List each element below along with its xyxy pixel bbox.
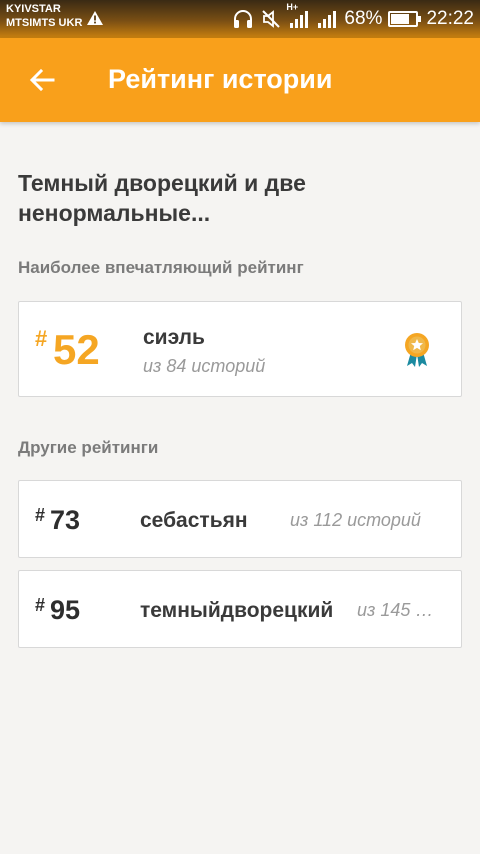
battery-level	[391, 14, 410, 24]
rating-card[interactable]: # 95 темныйдворецкий из 145 историй	[18, 570, 462, 648]
carrier-info: KYIVSTAR MTSIMTS UKR	[6, 2, 82, 30]
medal-icon	[405, 333, 429, 367]
character-name: сиэль	[143, 326, 205, 349]
top-rating-card[interactable]: # 52 сиэль из 84 историй	[18, 301, 462, 397]
rating-total: из 145 историй	[357, 600, 437, 620]
rank-number: 52	[53, 326, 100, 373]
battery-icon	[388, 11, 422, 27]
rank-hash: #	[35, 595, 46, 615]
status-icons: H+ 68% 22:22	[232, 2, 474, 32]
rating-card[interactable]: # 73 себастьян из 112 историй	[18, 480, 462, 558]
mute-icon	[262, 10, 281, 28]
signal-icon	[318, 11, 337, 28]
status-bar: KYIVSTAR MTSIMTS UKR H+ 68% 22:22	[0, 0, 480, 38]
other-ratings-label: Другие рейтинги	[18, 438, 159, 457]
rank-hash: #	[35, 326, 48, 351]
rating-total: из 84 историй	[143, 356, 266, 376]
story-title: Темный дворецкий и две ненормальные...	[18, 170, 306, 226]
top-rating-label: Наиболее впечатляющий рейтинг	[18, 258, 304, 277]
rank-hash: #	[35, 505, 46, 525]
clock: 22:22	[426, 8, 474, 29]
arrow-left-icon	[29, 68, 55, 92]
app-bar: Рейтинг истории	[0, 38, 480, 122]
carrier-name-2: MTSIMTS UKR	[6, 17, 83, 29]
page-title: Рейтинг истории	[108, 64, 333, 94]
character-name: темныйдворецкий	[140, 599, 334, 622]
back-button[interactable]	[22, 60, 62, 100]
character-name: себастьян	[140, 509, 248, 532]
rating-total: из 112 историй	[290, 510, 421, 530]
warning-icon	[87, 11, 103, 25]
network-type-label: H+	[286, 2, 299, 12]
battery-percent: 68%	[344, 8, 383, 29]
carrier-name-1: KYIVSTAR	[6, 3, 61, 15]
rank-number: 95	[50, 595, 81, 625]
rank-number: 73	[50, 505, 81, 535]
headphones-icon	[234, 10, 253, 28]
